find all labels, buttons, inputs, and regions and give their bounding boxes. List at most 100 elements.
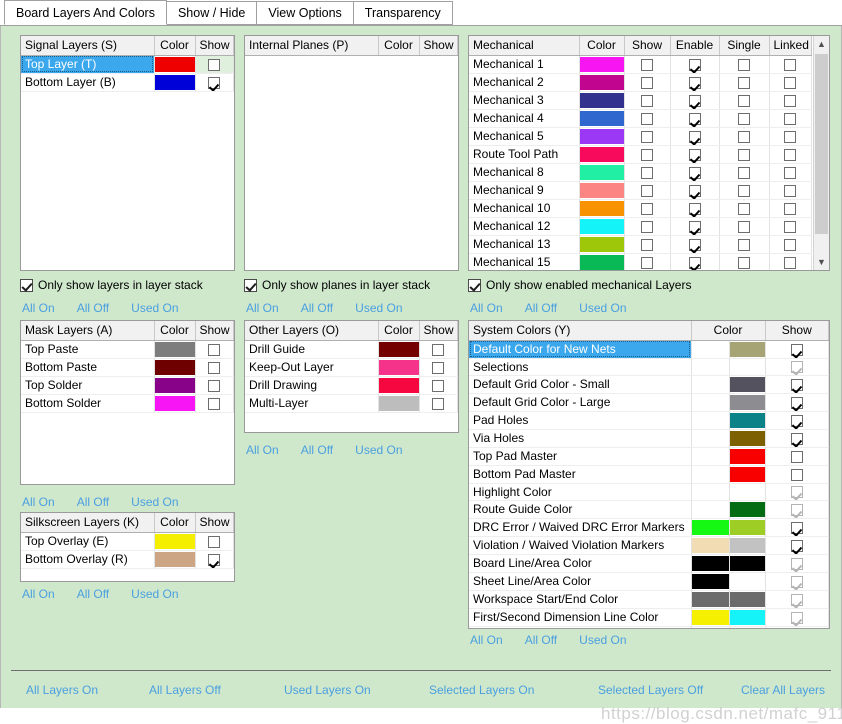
system-colors-grid[interactable]: System Colors (Y) Color Show Default Color… bbox=[468, 320, 830, 629]
checkbox-icon[interactable] bbox=[208, 361, 221, 374]
checkbox-icon[interactable] bbox=[784, 58, 797, 71]
silkscreen-all-on-link[interactable]: All On bbox=[22, 587, 55, 601]
layer-color-cell[interactable] bbox=[378, 376, 420, 395]
mechanical-color-cell[interactable] bbox=[579, 109, 625, 128]
other-layers-grid[interactable]: Other Layers (O) Color Show Drill Guide Kee… bbox=[244, 320, 459, 433]
layer-show-cell[interactable] bbox=[419, 340, 458, 359]
checkbox-icon[interactable] bbox=[784, 202, 797, 215]
mechanical-color-cell[interactable] bbox=[579, 163, 625, 182]
table-row[interactable]: DRC Error / Waived DRC Error Markers bbox=[469, 518, 829, 537]
system-secondary-color-cell[interactable] bbox=[729, 500, 766, 519]
system-secondary-color-cell[interactable] bbox=[729, 608, 766, 627]
mechanical-show-cell[interactable] bbox=[624, 163, 671, 182]
system-secondary-color-cell[interactable] bbox=[729, 518, 766, 537]
mechanical-enable-cell[interactable] bbox=[670, 73, 720, 92]
mechanical-linked-cell[interactable] bbox=[769, 199, 812, 218]
mask-all-on-link[interactable]: All On bbox=[22, 495, 55, 509]
only-show-enabled-mechanical-layers-option[interactable]: Only show enabled mechanical Layers bbox=[468, 278, 691, 292]
table-row[interactable]: Route Tool Path bbox=[469, 145, 812, 164]
checkbox-icon[interactable] bbox=[738, 130, 750, 143]
checkbox-icon[interactable] bbox=[688, 256, 701, 269]
table-row[interactable]: Top Overlay (E) bbox=[21, 532, 234, 551]
mechanical-all-on-link[interactable]: All On bbox=[470, 301, 503, 315]
mechanical-single-cell[interactable] bbox=[719, 91, 770, 110]
mechanical-enable-cell[interactable] bbox=[670, 181, 720, 200]
checkbox-icon[interactable] bbox=[641, 130, 653, 143]
planes-all-on-link[interactable]: All On bbox=[246, 301, 279, 315]
system-secondary-color-cell[interactable] bbox=[729, 340, 766, 359]
table-row[interactable]: Pad Holes bbox=[469, 411, 829, 430]
mechanical-linked-cell[interactable] bbox=[769, 91, 812, 110]
checkbox-icon[interactable] bbox=[790, 557, 803, 570]
system-primary-color-cell[interactable] bbox=[691, 572, 730, 591]
checkbox-icon[interactable] bbox=[784, 166, 797, 179]
mechanical-linked-cell[interactable] bbox=[769, 217, 812, 236]
table-row[interactable]: Bottom Solder bbox=[21, 394, 234, 413]
checkbox-icon[interactable] bbox=[790, 378, 803, 391]
color-swatch[interactable] bbox=[729, 376, 764, 392]
tab-3[interactable]: Transparency bbox=[352, 1, 453, 25]
checkbox-icon[interactable] bbox=[790, 468, 803, 481]
system-show-cell[interactable] bbox=[765, 375, 829, 394]
layer-show-cell[interactable] bbox=[195, 358, 234, 377]
layer-show-cell[interactable] bbox=[195, 394, 234, 413]
system-show-cell[interactable] bbox=[765, 590, 829, 609]
table-row[interactable]: Mechanical 2 bbox=[469, 73, 812, 92]
system-show-cell[interactable] bbox=[765, 411, 829, 430]
color-swatch[interactable] bbox=[579, 146, 623, 162]
layer-color-cell[interactable] bbox=[378, 340, 420, 359]
color-swatch[interactable] bbox=[378, 377, 418, 393]
table-row[interactable]: Drill Drawing bbox=[245, 376, 458, 395]
color-swatch[interactable] bbox=[579, 236, 623, 252]
table-row[interactable]: Bottom Paste bbox=[21, 358, 234, 377]
mechanical-show-cell[interactable] bbox=[624, 253, 671, 270]
color-swatch[interactable] bbox=[579, 128, 623, 144]
mechanical-color-cell[interactable] bbox=[579, 55, 625, 74]
color-swatch[interactable] bbox=[579, 182, 623, 198]
footer-button-1[interactable]: All Layers Off bbox=[149, 683, 221, 697]
system-all-off-link[interactable]: All Off bbox=[525, 633, 557, 647]
system-show-cell[interactable] bbox=[765, 626, 829, 628]
scroll-down-arrow-icon[interactable]: ▼ bbox=[814, 254, 829, 270]
layer-color-cell[interactable] bbox=[154, 532, 196, 551]
system-show-cell[interactable] bbox=[765, 340, 829, 359]
color-swatch[interactable] bbox=[154, 533, 194, 549]
system-show-cell[interactable] bbox=[765, 429, 829, 448]
mechanical-single-cell[interactable] bbox=[719, 217, 770, 236]
checkbox-icon[interactable] bbox=[790, 539, 803, 552]
color-swatch[interactable] bbox=[378, 359, 418, 375]
mechanical-color-cell[interactable] bbox=[579, 145, 625, 164]
color-swatch[interactable] bbox=[729, 519, 764, 535]
mechanical-single-cell[interactable] bbox=[719, 73, 770, 92]
checkbox-icon[interactable] bbox=[688, 166, 701, 179]
checkbox-icon[interactable] bbox=[641, 184, 653, 197]
system-show-cell[interactable] bbox=[765, 536, 829, 555]
checkbox-icon[interactable] bbox=[208, 343, 221, 356]
layer-color-cell[interactable] bbox=[154, 394, 196, 413]
color-swatch[interactable] bbox=[579, 164, 623, 180]
system-used-on-link[interactable]: Used On bbox=[579, 633, 626, 647]
footer-button-2[interactable]: Used Layers On bbox=[284, 683, 371, 697]
mechanical-linked-cell[interactable] bbox=[769, 253, 812, 270]
color-swatch[interactable] bbox=[154, 395, 194, 411]
mechanical-linked-cell[interactable] bbox=[769, 73, 812, 92]
checkbox-icon[interactable] bbox=[790, 486, 803, 499]
layer-show-cell[interactable] bbox=[195, 376, 234, 395]
mechanical-enable-cell[interactable] bbox=[670, 91, 720, 110]
color-swatch[interactable] bbox=[579, 218, 623, 234]
system-secondary-color-cell[interactable] bbox=[729, 572, 766, 591]
footer-button-3[interactable]: Selected Layers On bbox=[429, 683, 534, 697]
color-swatch[interactable] bbox=[154, 377, 194, 393]
checkbox-icon[interactable] bbox=[790, 521, 803, 534]
checkbox-icon[interactable] bbox=[784, 112, 797, 125]
checkbox-icon[interactable] bbox=[432, 379, 445, 392]
checkbox-icon[interactable] bbox=[784, 94, 797, 107]
table-row[interactable]: Top Solder bbox=[21, 376, 234, 395]
checkbox-icon[interactable] bbox=[790, 575, 803, 588]
table-row[interactable]: Keep-Out Layer bbox=[245, 358, 458, 377]
checkbox-icon[interactable] bbox=[738, 202, 750, 215]
mechanical-enable-cell[interactable] bbox=[670, 199, 720, 218]
table-row[interactable]: Mechanical 3 bbox=[469, 91, 812, 110]
checkbox-icon[interactable] bbox=[20, 278, 33, 292]
mechanical-color-cell[interactable] bbox=[579, 199, 625, 218]
